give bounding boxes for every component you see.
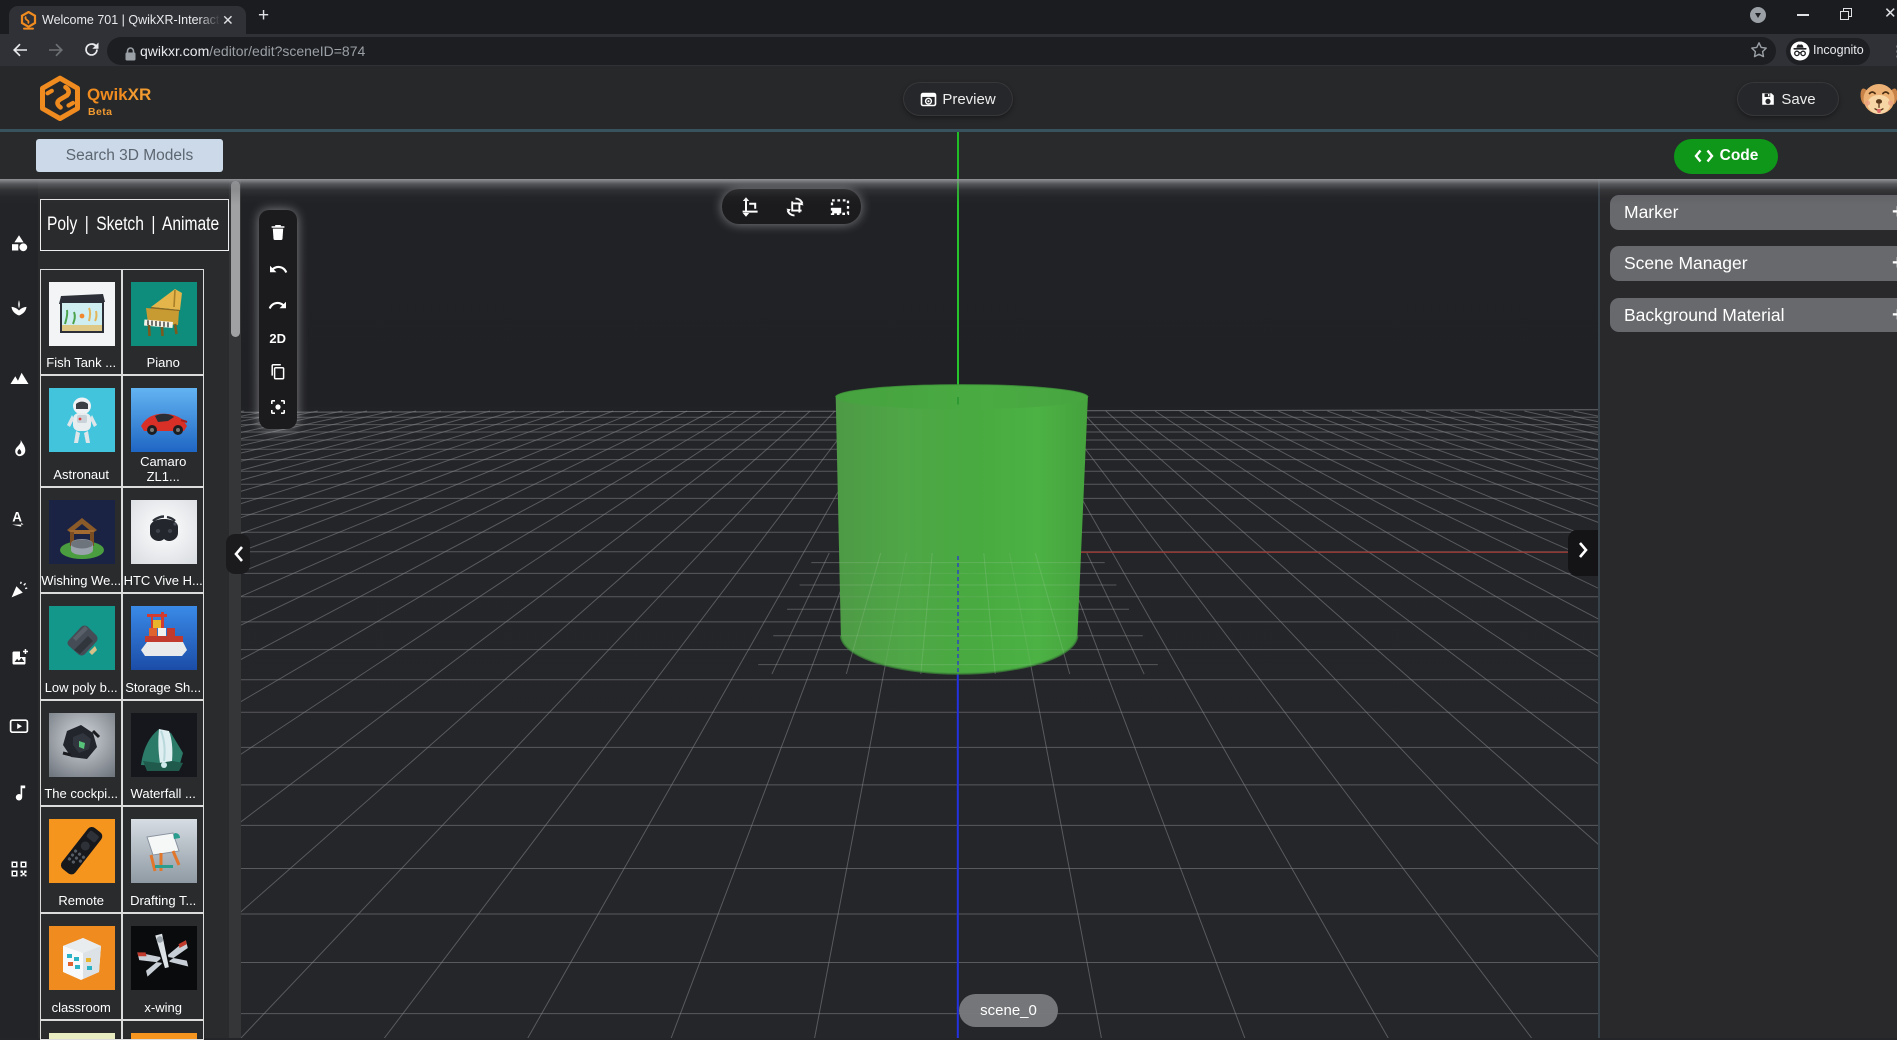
svg-text:A: A <box>12 510 22 525</box>
svg-text:2D: 2D <box>269 331 286 346</box>
